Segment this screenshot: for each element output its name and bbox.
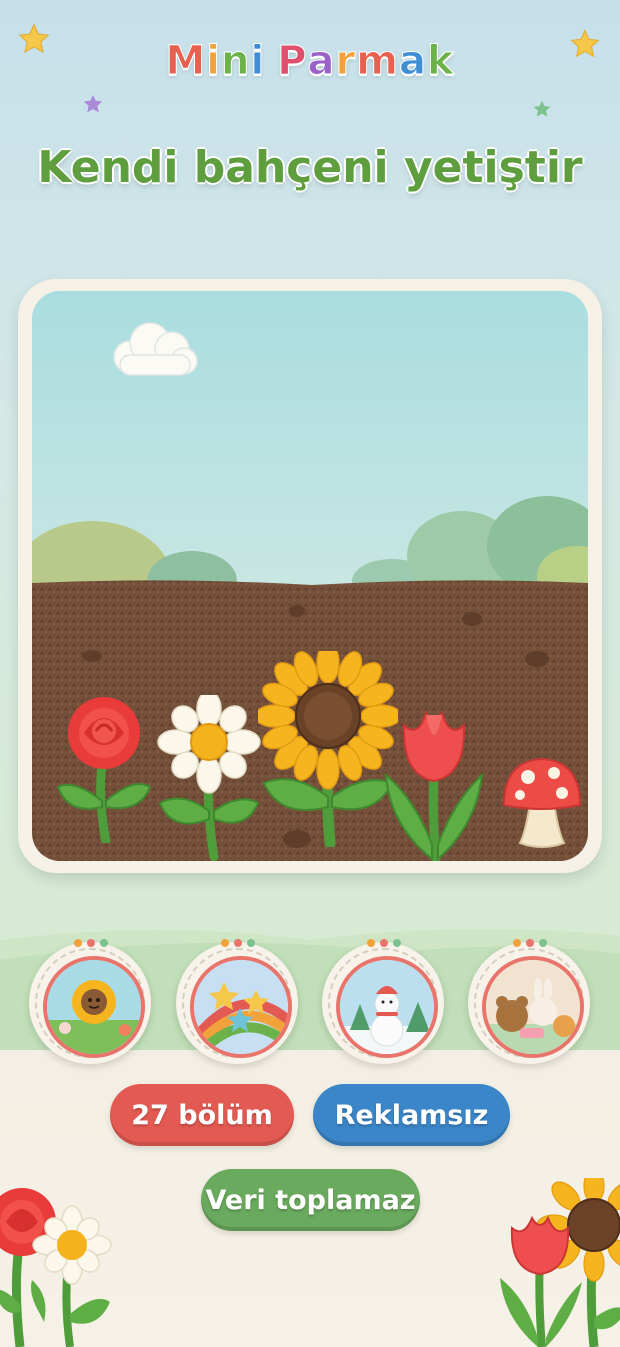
logo-letter: i: [206, 38, 221, 85]
logo-letter: k: [426, 38, 455, 85]
rainbow-stars-badge[interactable]: [176, 938, 300, 1064]
daisy-icon: [157, 695, 261, 861]
animal-friends-badge[interactable]: [468, 938, 592, 1064]
episodes-chip: 27 bölüm: [110, 1084, 294, 1146]
page-title: Kendi bahçeni yetiştir: [37, 142, 583, 193]
star-icon: [533, 100, 551, 117]
hero-card: [18, 279, 602, 873]
privacy-chip: Veri toplamaz: [201, 1169, 420, 1231]
logo-letter: a: [398, 38, 427, 85]
logo-letter: P: [277, 38, 308, 85]
tulip-sunflower-decoration: [500, 1178, 620, 1347]
logo-letter: m: [356, 38, 399, 85]
logo-letter: r: [335, 38, 357, 85]
star-icon: [83, 94, 103, 113]
garden-scene: [32, 291, 588, 861]
rose-icon: [56, 697, 152, 843]
sunflower-garden-badge[interactable]: [29, 938, 153, 1064]
tulip-icon: [384, 710, 484, 861]
no-ads-chip: Reklamsız: [313, 1084, 510, 1146]
sunflower-icon: [258, 651, 398, 847]
rose-daisy-decoration: [0, 1188, 112, 1347]
logo-letter: M: [165, 38, 207, 85]
logo-letter: a: [307, 38, 336, 85]
logo-letter: n: [220, 38, 251, 85]
app-logo: Mini Parmak: [0, 38, 620, 85]
mushroom-icon: [502, 757, 582, 848]
cloud-icon: [113, 322, 198, 376]
logo-letter: i: [250, 38, 266, 85]
snowman-badge[interactable]: [322, 938, 446, 1064]
